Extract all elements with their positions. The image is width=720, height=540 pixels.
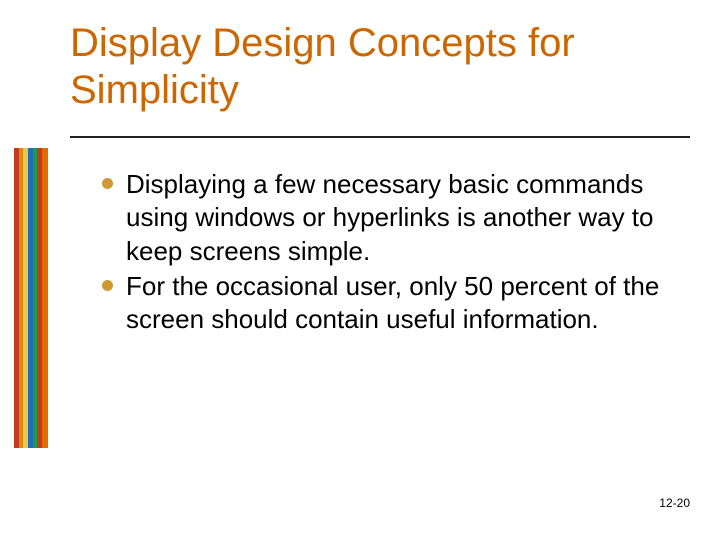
decorative-stripe xyxy=(14,148,48,448)
bullet-item: Displaying a few necessary basic command… xyxy=(100,168,670,268)
title-underline xyxy=(70,136,690,138)
slide-title: Display Design Concepts for Simplicity xyxy=(70,20,680,114)
body-text: Displaying a few necessary basic command… xyxy=(100,168,670,338)
bullet-text: For the occasional user, only 50 percent… xyxy=(126,271,659,334)
bullet-text: Displaying a few necessary basic command… xyxy=(126,169,653,266)
slide: Display Design Concepts for Simplicity D… xyxy=(0,0,720,540)
bullet-item: For the occasional user, only 50 percent… xyxy=(100,270,670,337)
bullet-list: Displaying a few necessary basic command… xyxy=(100,168,670,336)
page-number: 12-20 xyxy=(659,496,690,510)
